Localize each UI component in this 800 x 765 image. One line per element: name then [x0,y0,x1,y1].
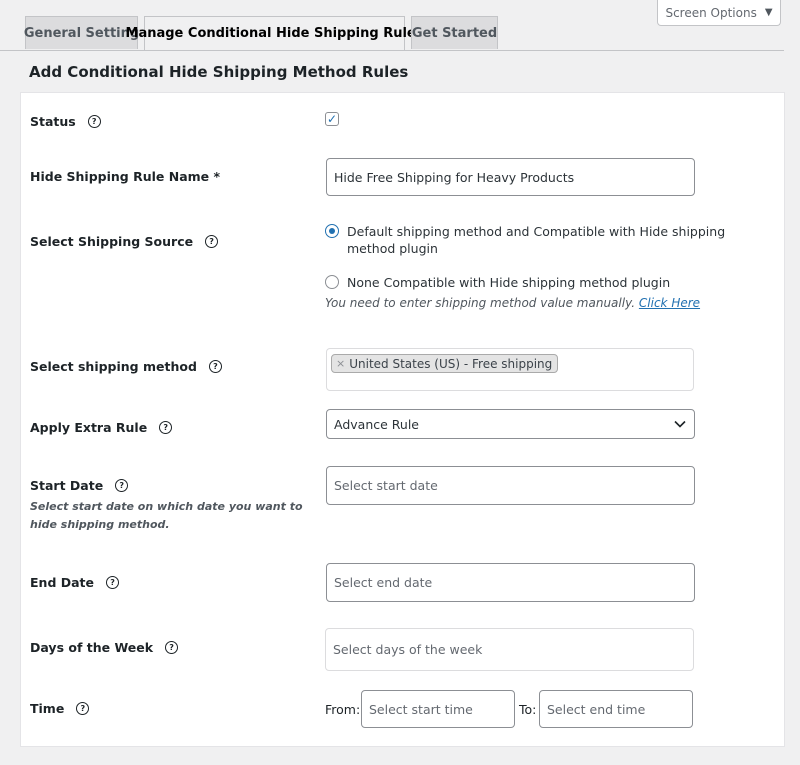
shipping-source-note: You need to enter shipping method value … [325,296,700,310]
checkmark-icon: ✓ [326,112,338,126]
shipping-source-label-row: Select Shipping Source ? [30,234,219,249]
start-time-input[interactable]: Select start time [361,690,515,728]
shipping-source-option-label: None Compatible with Hide shipping metho… [347,275,671,290]
page-title: Add Conditional Hide Shipping Method Rul… [29,63,409,81]
status-checkbox[interactable]: ✓ [325,112,339,126]
end-date-label-row: End Date ? [30,575,120,590]
tab-label: Get Started [411,25,498,41]
start-time-placeholder: Select start time [369,701,473,717]
days-label-row: Days of the Week ? [30,640,179,655]
days-of-week-select[interactable]: Select days of the week [325,628,694,671]
start-date-input[interactable]: Select start date [326,466,695,505]
extra-rule-value: Advance Rule [334,416,419,432]
shipping-source-option-default[interactable]: Default shipping method and Compatible w… [325,223,755,257]
rule-name-value: Hide Free Shipping for Heavy Products [334,169,575,185]
time-from-label: From: [325,702,361,717]
tag-label: United States (US) - Free shipping [349,356,553,371]
shipping-source-option-label: Default shipping method and Compatible w… [347,224,726,256]
remove-tag-icon[interactable]: × [336,357,345,370]
rule-name-label-row: Hide Shipping Rule Name * [30,169,220,184]
chevron-down-icon [674,420,686,428]
help-circle-icon[interactable]: ? [87,115,101,128]
help-circle-icon[interactable]: ? [76,702,90,715]
time-to-label: To: [519,702,537,717]
help-circle-icon[interactable]: ? [208,360,222,373]
shipping-source-option-none[interactable]: None Compatible with Hide shipping metho… [325,274,670,291]
help-circle-icon[interactable]: ? [159,421,173,434]
start-date-label: Start Date [30,478,104,493]
status-label-row: Status ? [30,114,101,129]
shipping-method-label: Select shipping method [30,359,197,374]
tab-bar: General Setting Manage Conditional Hide … [0,16,784,51]
rule-name-input[interactable]: Hide Free Shipping for Heavy Products [326,158,695,196]
help-circle-icon[interactable]: ? [106,576,120,589]
help-circle-icon[interactable]: ? [205,235,219,248]
days-placeholder: Select days of the week [333,642,483,657]
end-time-input[interactable]: Select end time [539,690,693,728]
time-label-row: Time ? [30,701,90,716]
radio-button-checked[interactable] [325,224,339,238]
help-circle-icon[interactable]: ? [165,641,179,654]
note-text: You need to enter shipping method value … [325,296,636,310]
tab-manage-rules[interactable]: Manage Conditional Hide Shipping Rules [126,16,424,50]
end-time-placeholder: Select end time [547,701,646,717]
start-date-description: Select start date on which date you want… [30,500,303,531]
tab-get-started[interactable]: Get Started [411,16,498,49]
help-circle-icon[interactable]: ? [115,479,129,492]
end-date-input[interactable]: Select end date [326,563,695,602]
end-date-label: End Date [30,575,95,590]
tab-label: General Setting [23,25,140,41]
start-date-label-row: Start Date ? [30,478,129,493]
shipping-method-label-row: Select shipping method ? [30,359,222,374]
start-date-placeholder: Select start date [334,478,438,493]
click-here-link[interactable]: Click Here [639,296,700,310]
tab-label: Manage Conditional Hide Shipping Rules [125,26,424,41]
selected-shipping-method-tag: × United States (US) - Free shipping [331,354,559,373]
radio-button[interactable] [325,275,339,289]
status-label: Status [30,114,76,129]
end-date-placeholder: Select end date [334,575,433,590]
extra-rule-label-row: Apply Extra Rule ? [30,420,173,435]
tab-general-setting[interactable]: General Setting [23,16,140,49]
extra-rule-label: Apply Extra Rule [30,420,148,435]
extra-rule-select[interactable]: Advance Rule [326,409,695,439]
days-label: Days of the Week [30,640,154,655]
rule-name-label: Hide Shipping Rule Name * [30,169,221,184]
shipping-source-label: Select Shipping Source [30,234,194,249]
time-label: Time [30,701,65,716]
